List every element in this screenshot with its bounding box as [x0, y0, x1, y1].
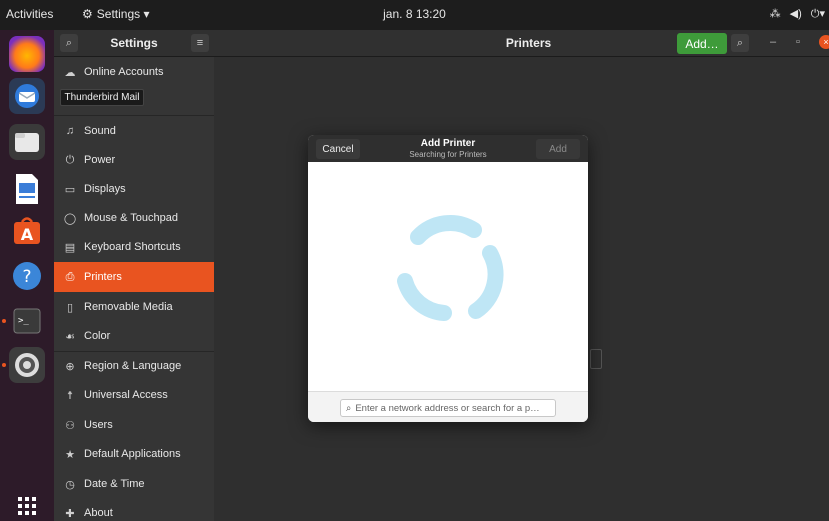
sidebar-item-about[interactable]: ✚ About [54, 498, 214, 521]
accessibility-icon: ☨ [67, 389, 73, 402]
show-applications-icon[interactable] [9, 488, 45, 521]
svg-text:A: A [21, 225, 34, 244]
sidebar-item-label: Power [84, 154, 116, 166]
address-search-field[interactable]: ⌕ [340, 399, 556, 417]
clock-icon: ◷ [65, 478, 75, 491]
clock[interactable]: jan. 8 13:20 [0, 7, 829, 21]
main-header: Printers Add… ⌕ – ▫ × [214, 30, 829, 57]
minimize-icon[interactable]: – [770, 36, 776, 48]
dock-tooltip: Thunderbird Mail [60, 89, 144, 106]
music-note-icon: ♫ [65, 125, 75, 137]
users-icon: ⚇ [65, 419, 75, 432]
sidebar-item-label: Displays [84, 183, 126, 195]
dialog-header: Cancel Add Printer Searching for Printer… [308, 135, 588, 162]
sidebar-item-sound[interactable]: ♫ Sound [54, 116, 214, 146]
cloud-icon: ☁ [64, 66, 76, 79]
sidebar-item-keyboard-shortcuts[interactable]: ▤ Keyboard Shortcuts [54, 232, 214, 262]
sidebar-item-mouse-touchpad[interactable]: ◯ Mouse & Touchpad [54, 203, 214, 233]
hamburger-menu-icon[interactable]: ≡ [191, 34, 209, 52]
svg-text:?: ? [22, 267, 31, 287]
thunderbird-icon[interactable] [9, 78, 45, 114]
sidebar-item-power[interactable]: ⏻ Power [54, 145, 214, 175]
search-icon: ⌕ [346, 402, 352, 414]
dialog-footer: ⌕ [308, 391, 588, 422]
writer-icon[interactable] [9, 171, 45, 207]
mouse-icon: ◯ [63, 212, 77, 225]
globe-icon: ⊕ [65, 360, 75, 373]
settings-icon[interactable] [9, 347, 45, 383]
add-printer-button[interactable]: Add… [677, 33, 727, 54]
keyboard-icon: ▤ [64, 241, 76, 254]
sidebar-item-label: Printers [84, 271, 122, 283]
sidebar-item-label: Removable Media [84, 301, 173, 313]
sidebar-item-users[interactable]: ⚇ Users [54, 410, 214, 440]
sidebar-item-label: Default Applications [84, 448, 181, 460]
star-icon: ★ [65, 448, 75, 461]
loading-spinner-icon [397, 215, 504, 321]
sidebar-item-printers[interactable]: ⎙ Printers [54, 262, 214, 292]
sidebar-item-label: Date & Time [84, 478, 145, 490]
sidebar-item-date-time[interactable]: ◷ Date & Time [54, 469, 214, 499]
svg-text:>_: >_ [18, 316, 29, 326]
volume-icon: ◀) [789, 8, 802, 20]
system-tray[interactable]: ⁂ ◀) ⏻▾ [770, 7, 825, 21]
printer-search-icon[interactable]: ⌕ [731, 34, 749, 52]
sidebar-item-region-language[interactable]: ⊕ Region & Language [54, 351, 214, 381]
plus-icon: ✚ [65, 507, 75, 520]
sidebar-item-default-applications[interactable]: ★ Default Applications [54, 439, 214, 469]
network-icon: ⁂ [769, 8, 781, 20]
settings-title: Settings [110, 36, 158, 50]
sidebar-item-color[interactable]: ☙ Color [54, 321, 214, 351]
sidebar-item-label: Mouse & Touchpad [84, 212, 178, 224]
sidebar-item-label: Online Accounts [84, 66, 164, 78]
background-button[interactable] [590, 349, 602, 369]
color-icon: ☙ [65, 330, 75, 343]
sidebar-item-label: Keyboard Shortcuts [84, 241, 181, 253]
close-icon[interactable]: × [819, 35, 829, 49]
sidebar-item-displays[interactable]: ▭ Displays [54, 174, 214, 204]
dock: A ? >_ [0, 30, 54, 521]
usb-icon: ▯ [66, 301, 74, 314]
settings-sidebar-header: ⌕ Settings ≡ [54, 30, 214, 57]
sidebar-item-label: About [84, 507, 113, 519]
dialog-add-button[interactable]: Add [536, 139, 580, 159]
maximize-icon[interactable]: ▫ [796, 36, 800, 48]
terminal-icon[interactable]: >_ [9, 303, 45, 339]
top-bar: Activities ⚙ Settings ▾ jan. 8 13:20 ⁂ ◀… [0, 0, 829, 30]
add-printer-dialog: Cancel Add Printer Searching for Printer… [308, 135, 588, 422]
sidebar-item-label: Sound [84, 125, 116, 137]
power-menu-icon: ⏻▾ [810, 8, 825, 20]
address-search-input[interactable] [355, 402, 546, 414]
files-icon[interactable] [9, 124, 45, 160]
settings-sidebar: ☁ Online Accounts ♫ Sound ⏻ Power ▭ Disp… [54, 57, 214, 521]
help-icon[interactable]: ? [9, 258, 45, 294]
sidebar-item-online-accounts[interactable]: ☁ Online Accounts [54, 57, 214, 87]
sidebar-item-universal-access[interactable]: ☨ Universal Access [54, 380, 214, 410]
power-icon: ⏻ [65, 153, 75, 166]
software-store-icon[interactable]: A [9, 213, 45, 249]
display-icon: ▭ [64, 183, 76, 196]
sidebar-item-label: Universal Access [84, 389, 168, 401]
sidebar-item-label: Color [84, 330, 111, 342]
firefox-icon[interactable] [9, 36, 45, 72]
sidebar-item-label: Region & Language [84, 360, 182, 372]
printer-icon: ⎙ [65, 270, 75, 283]
sidebar-item-removable-media[interactable]: ▯ Removable Media [54, 292, 214, 322]
sidebar-item-label: Users [84, 419, 113, 431]
